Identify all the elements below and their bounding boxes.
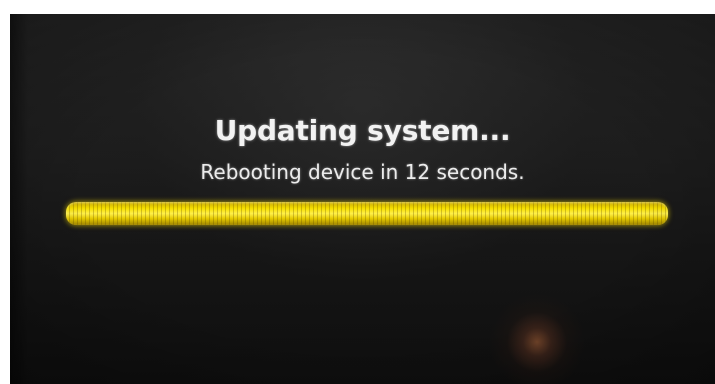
update-progress-bar bbox=[66, 202, 668, 225]
update-progress-fill bbox=[66, 202, 668, 225]
update-screen: Updating system... Rebooting device in 1… bbox=[10, 14, 715, 384]
update-title: Updating system... bbox=[214, 114, 511, 147]
photo-frame: Updating system... Rebooting device in 1… bbox=[0, 0, 715, 384]
screen-edge-shadow bbox=[10, 14, 28, 384]
reboot-message: Rebooting device in 12 seconds. bbox=[200, 160, 525, 184]
